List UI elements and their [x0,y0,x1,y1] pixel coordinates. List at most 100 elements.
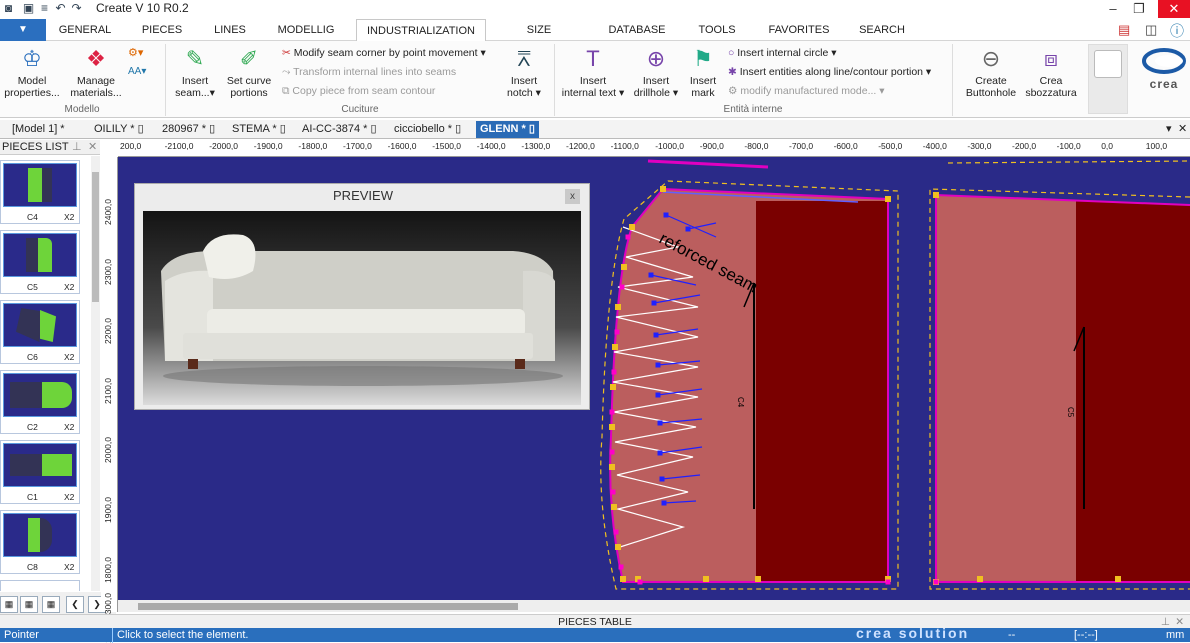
seam-point[interactable] [613,529,619,535]
doc-tab-ai-cc-3874[interactable]: AI-CC-3874 * ▯ [302,121,377,138]
seam-point[interactable] [625,234,631,240]
piece-item[interactable]: C2 X2 [0,370,80,434]
pieces-table-bar[interactable]: PIECES TABLE ⊥ ✕ [0,614,1190,628]
crea-sbozzatura-button[interactable]: ⧈ Crea sbozzatura [1024,45,1078,99]
modify-seam-corner-item[interactable]: ✂ Modify seam corner by point movement ▾ [282,44,486,62]
insert-notch-button[interactable]: ⩞ Insert notch ▾ [502,45,546,99]
menu-favorites[interactable]: FAVORITES [766,19,832,41]
scroll-thumb[interactable] [92,172,99,302]
copy-piece-item[interactable]: ⧉ Copy piece from seam contour [282,82,435,100]
point-handle[interactable] [755,576,761,582]
piece-item[interactable]: C4 X2 [0,160,80,224]
point-handle[interactable] [977,576,983,582]
insert-internal-text-button[interactable]: T Insert internal text ▾ [560,45,626,99]
menu-pieces[interactable]: PIECES [136,19,188,41]
drillhole-marker[interactable] [661,500,667,506]
point-handle[interactable] [621,264,627,270]
insert-seam-button[interactable]: ✎ Insert seam...▾ [172,45,218,99]
seam-point[interactable] [609,449,615,455]
drillhole-marker[interactable] [648,272,654,278]
piece-item[interactable]: C5 X2 [0,230,80,294]
seam-point[interactable] [619,284,625,290]
pin-icon[interactable]: ⊥ [72,140,82,155]
point-handle[interactable] [629,224,635,230]
minimize-button[interactable]: – [1100,0,1126,18]
seam-point[interactable] [637,579,643,585]
restore-button[interactable]: ❐ [1126,0,1152,18]
options-icon[interactable]: ▤ [1118,22,1130,38]
point-handle[interactable] [660,186,666,192]
transform-lines-item[interactable]: ⤳ Transform internal lines into seams [282,63,456,81]
create-buttonhole-button[interactable]: ⊖ Create Buttonhole [960,45,1022,99]
insert-entities-item[interactable]: ✱ Insert entities along line/contour por… [728,63,931,81]
drillhole-marker[interactable] [653,332,659,338]
drillhole-marker[interactable] [655,392,661,398]
point-handle[interactable] [885,196,891,202]
doc-tab-stema[interactable]: STEMA * ▯ [232,121,286,138]
piece-item[interactable]: C6 X2 [0,300,80,364]
piece-c4[interactable]: reforced seam C4 [600,180,899,590]
point-handle[interactable] [1115,576,1121,582]
piece-item[interactable]: C8 X2 [0,510,80,574]
panel-close-icon[interactable]: ✕ [88,140,97,155]
menu-database[interactable]: DATABASE [604,19,670,41]
point-handle[interactable] [933,192,939,198]
piece-item[interactable] [0,580,80,591]
save-icon[interactable]: ▣ [22,2,35,15]
scroll-thumb[interactable] [138,603,518,610]
preview-window[interactable]: PREVIEW x [134,183,590,410]
menu-modellig[interactable]: MODELLIG [274,19,338,41]
drillhole-marker[interactable] [657,450,663,456]
seam-point[interactable] [609,409,615,415]
drillhole-marker[interactable] [655,362,661,368]
menu-general[interactable]: GENERAL [58,19,112,41]
menu-industrialization[interactable]: INDUSTRIALIZATION [356,19,486,41]
layout-c-button[interactable]: ▦ [42,596,60,613]
settings-small-icon[interactable]: ⚙▾ [128,46,143,59]
close-button[interactable]: ✕ [1158,0,1190,18]
point-handle[interactable] [703,576,709,582]
point-handle[interactable] [609,464,615,470]
set-curve-portions-button[interactable]: ✐ Set curve portions [224,45,274,99]
preview-close-button[interactable]: x [565,189,580,204]
tab-list-icon[interactable]: ▾ [1166,122,1172,135]
seam-point[interactable] [885,579,891,585]
piece-c5[interactable]: C5 [929,188,1190,590]
insert-drillhole-button[interactable]: ⊕ Insert drillhole ▾ [630,45,682,99]
gallery-item[interactable] [1094,50,1122,78]
doc-tab-model1[interactable]: [Model 1] * [12,121,65,138]
doc-tab-glenn[interactable]: GLENN * ▯ [476,121,539,138]
pin-icon[interactable]: ⊥ [1161,615,1170,629]
pieces-list-scrollbar[interactable] [91,156,100,591]
drillhole-marker[interactable] [657,420,663,426]
seam-point[interactable] [610,489,616,495]
point-handle[interactable] [620,576,626,582]
drillhole-marker[interactable] [663,212,669,218]
insert-internal-circle-item[interactable]: ○ Insert internal circle ▾ [728,44,837,62]
seam-point[interactable] [611,369,617,375]
menu-size-grading[interactable]: SIZE GRADING [500,19,578,58]
drillhole-marker[interactable] [685,226,691,232]
app-menu-button[interactable]: ▼ [0,19,46,41]
menu-lines[interactable]: LINES [208,19,252,41]
model-properties-button[interactable]: ♔ Model properties... [2,45,62,99]
point-handle[interactable] [610,384,616,390]
point-handle[interactable] [615,544,621,550]
seam-point[interactable] [618,564,624,570]
seam-point[interactable] [614,329,620,335]
redo-icon[interactable]: ↷ [70,2,83,15]
piece-item[interactable]: C1 X2 [0,440,80,504]
layout-a-button[interactable]: ▦ [0,596,18,613]
layout-icon[interactable]: ◫ [1145,22,1157,38]
seam-point[interactable] [933,579,939,585]
manage-materials-button[interactable]: ❖ Manage materials... [66,45,126,99]
layout-b-button[interactable]: ▦ [20,596,38,613]
drillhole-marker[interactable] [659,476,665,482]
text-size-icon[interactable]: AA▾ [128,66,146,77]
drillhole-marker[interactable] [651,300,657,306]
list-icon[interactable]: ≡ [38,2,51,15]
point-handle[interactable] [612,344,618,350]
doc-tab-cicciobello[interactable]: cicciobello * ▯ [394,121,461,138]
doc-tab-280967[interactable]: 280967 * ▯ [162,121,215,138]
panel-close-icon[interactable]: ✕ [1175,615,1184,629]
